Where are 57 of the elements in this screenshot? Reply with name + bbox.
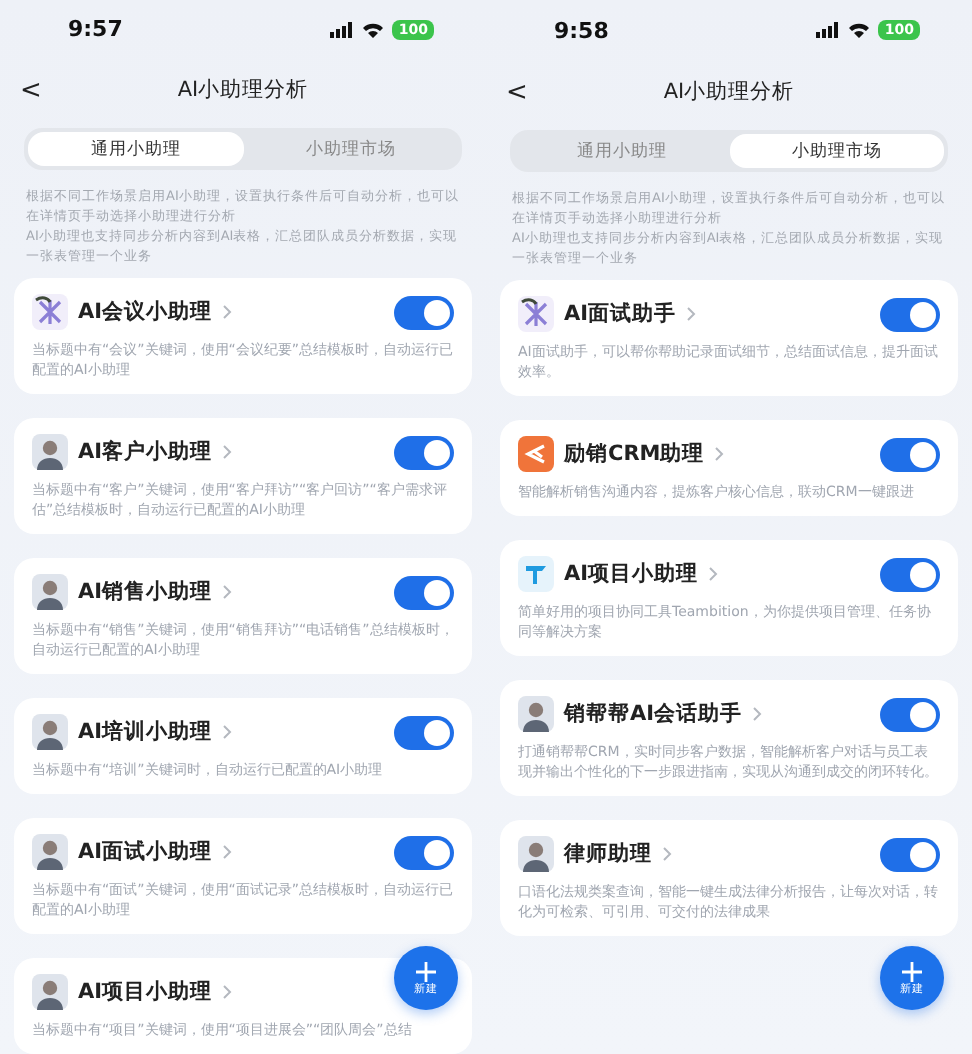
chevron-icon — [752, 706, 763, 722]
app-icon — [32, 294, 68, 330]
toggle-switch[interactable] — [880, 297, 940, 331]
tab[interactable]: 通用小助理 — [28, 132, 243, 166]
assistant-title[interactable]: 销帮帮AI会话助手 — [564, 700, 743, 728]
toggle-switch[interactable] — [880, 697, 940, 731]
page-title: AI小助理分析 — [177, 76, 309, 105]
chevron-icon — [222, 304, 233, 320]
assistant-title[interactable]: AI销售小助理 — [78, 578, 213, 606]
assistant-title[interactable]: 励销CRM助理 — [564, 440, 705, 468]
project-app-icon — [518, 556, 554, 592]
chevron-icon — [222, 724, 233, 740]
wifi-icon — [362, 21, 385, 38]
app-icon — [518, 296, 554, 332]
back-button[interactable]: < — [506, 77, 528, 107]
chevron-icon — [714, 446, 725, 462]
plus-icon — [902, 961, 922, 981]
avatar-icon — [518, 836, 554, 872]
chevron-icon — [708, 566, 719, 582]
toggle-switch[interactable] — [394, 435, 454, 469]
crm-app-icon — [518, 436, 554, 472]
assistant-title[interactable]: AI培训小助理 — [78, 718, 213, 746]
signal-icon — [330, 21, 355, 38]
avatar-icon — [518, 696, 554, 732]
toggle-switch[interactable] — [880, 837, 940, 871]
avatar-icon — [32, 434, 68, 470]
assistant-title[interactable]: AI项目小助理 — [564, 560, 699, 588]
toggle-switch[interactable] — [880, 557, 940, 591]
chevron-icon — [222, 584, 233, 600]
chevron-icon — [222, 984, 233, 1000]
back-button[interactable]: < — [20, 75, 42, 106]
status-time: 9:57 — [68, 16, 123, 43]
plus-icon — [416, 961, 436, 981]
wifi-icon — [848, 22, 871, 38]
assistant-title[interactable]: AI面试小助理 — [78, 838, 213, 866]
signal-icon — [816, 22, 841, 38]
toggle-switch[interactable] — [394, 575, 454, 609]
assistant-title[interactable]: AI客户小助理 — [78, 438, 213, 466]
toggle-switch[interactable] — [880, 437, 940, 471]
toggle-switch[interactable] — [394, 295, 454, 329]
avatar-icon — [32, 714, 68, 750]
assistant-title[interactable]: 律师助理 — [564, 840, 652, 868]
assistant-title[interactable]: AI面试助手 — [564, 300, 677, 328]
tab[interactable]: 小助理市场 — [729, 134, 944, 168]
page-title: AI小助理分析 — [663, 78, 795, 106]
avatar-icon — [32, 974, 68, 1010]
chevron-icon — [686, 306, 697, 322]
chevron-icon — [222, 844, 233, 860]
status-time: 9:58 — [554, 17, 609, 43]
toggle-switch[interactable] — [394, 835, 454, 869]
chevron-icon — [662, 846, 672, 862]
assistant-title[interactable]: AI会议小助理 — [78, 298, 213, 326]
assistant-title[interactable]: AI项目小助理 — [78, 978, 213, 1006]
toggle-switch[interactable] — [394, 715, 454, 749]
avatar-icon — [32, 834, 68, 870]
chevron-icon — [222, 444, 233, 460]
avatar-icon — [32, 574, 68, 610]
